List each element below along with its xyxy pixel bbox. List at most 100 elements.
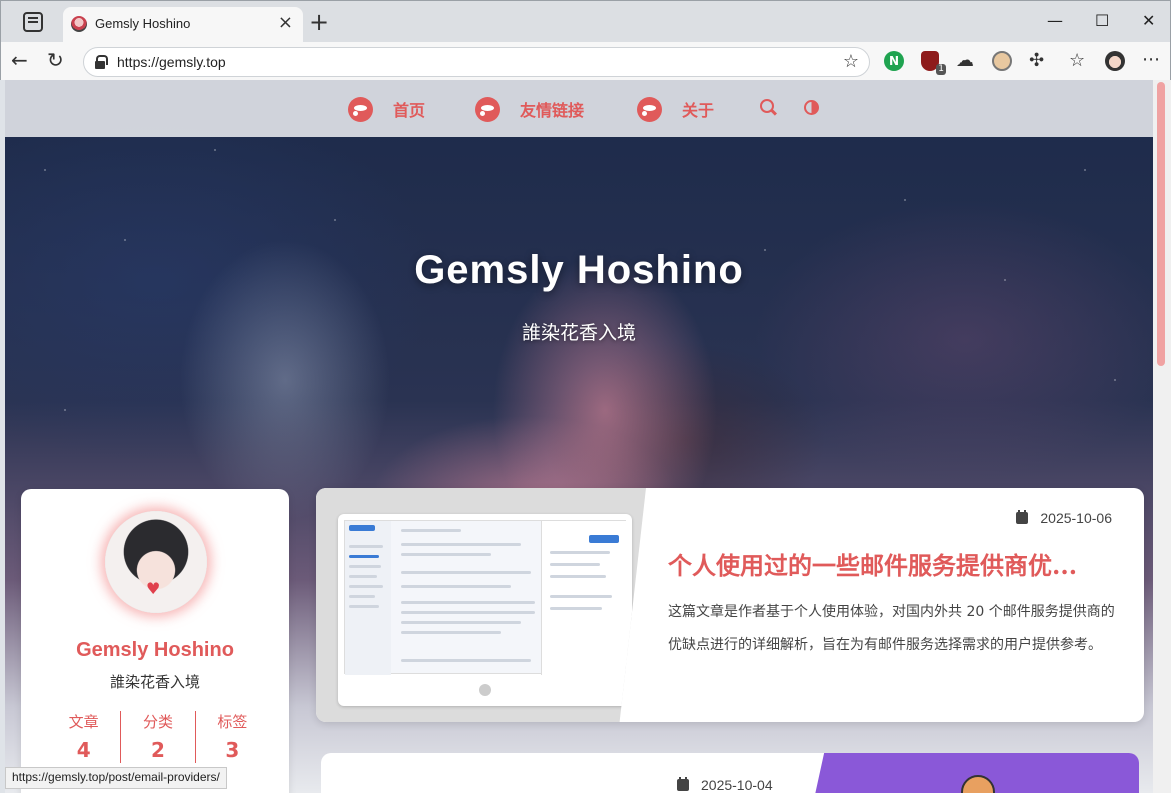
back-icon[interactable]: ← bbox=[11, 48, 28, 72]
screen-button bbox=[589, 535, 619, 543]
tab-bar: Gemsly Hoshino × + — ☐ ✕ bbox=[0, 0, 1171, 43]
screen-line bbox=[401, 631, 501, 634]
page-viewport: 首页 友情链接 关于 Gemsly Hoshino 誰染花香入境 ♥ Gemsl… bbox=[5, 80, 1153, 793]
avatar: ♥ bbox=[105, 511, 207, 613]
profile-avatar-icon[interactable] bbox=[1105, 51, 1125, 71]
theme-toggle-icon[interactable] bbox=[804, 100, 819, 115]
search-icon[interactable] bbox=[760, 99, 774, 113]
ublock-icon[interactable]: 1 bbox=[921, 51, 946, 75]
heart-icon: ♥ bbox=[146, 579, 161, 598]
stat-value: 2 bbox=[151, 738, 165, 762]
monitor-button bbox=[479, 684, 491, 696]
profile-name[interactable]: Gemsly Hoshino bbox=[21, 639, 289, 662]
post-date: 2025-10-04 bbox=[677, 777, 773, 793]
minimize-icon[interactable]: — bbox=[1047, 9, 1063, 33]
nav-about-label: 关于 bbox=[682, 101, 715, 120]
post-thumbnail[interactable] bbox=[316, 488, 646, 722]
close-window-icon[interactable]: ✕ bbox=[1142, 9, 1155, 33]
maximize-icon[interactable]: ☐ bbox=[1095, 9, 1109, 33]
screen-line bbox=[550, 575, 606, 578]
calendar-icon bbox=[677, 777, 689, 791]
more-icon[interactable]: ⋯ bbox=[1142, 51, 1162, 71]
post-card[interactable]: 2025-10-06 个人使用过的一些邮件服务提供商优... 这篇文章是作者基于… bbox=[316, 488, 1144, 722]
post-card[interactable]: 2025-10-04 bbox=[321, 753, 1139, 793]
post-date-text: 2025-10-06 bbox=[1040, 510, 1112, 526]
screen-line bbox=[401, 659, 531, 662]
email-client-screenshot bbox=[344, 520, 627, 675]
scrollbar[interactable] bbox=[1153, 80, 1171, 793]
post-date: 2025-10-06 bbox=[1016, 510, 1112, 526]
tab-actions-icon[interactable] bbox=[23, 12, 43, 32]
screen-line bbox=[401, 621, 521, 624]
stat-label: 标签 bbox=[217, 713, 248, 731]
screen-line bbox=[401, 543, 521, 546]
browser-toolbar: ← ↻ https://gemsly.top ☆ N 1 ☁ ✣ ☆ ⋯ bbox=[0, 42, 1171, 80]
stat-categories[interactable]: 分类 2 bbox=[121, 711, 196, 763]
screen-line bbox=[401, 553, 491, 556]
stat-posts[interactable]: 文章 4 bbox=[47, 711, 122, 763]
favorites-icon[interactable]: ☆ bbox=[1069, 51, 1089, 71]
tab-favicon-icon bbox=[71, 16, 87, 32]
screen-line bbox=[349, 595, 375, 598]
site-navbar: 首页 友情链接 关于 bbox=[5, 80, 1153, 137]
screen-line bbox=[401, 601, 535, 604]
screen-line bbox=[349, 575, 377, 578]
url-text[interactable]: https://gemsly.top bbox=[117, 54, 226, 70]
plus-icon[interactable]: + bbox=[309, 9, 329, 35]
hero-subtitle: 誰染花香入境 bbox=[521, 322, 636, 344]
nav-links[interactable]: 友情链接 bbox=[475, 96, 584, 122]
calendar-icon bbox=[1016, 510, 1029, 524]
lock-icon[interactable] bbox=[95, 55, 108, 69]
nav-home-label: 首页 bbox=[393, 101, 426, 120]
ublock-badge: 1 bbox=[936, 64, 946, 75]
screen-line bbox=[401, 571, 531, 574]
yin-yang-icon bbox=[475, 96, 500, 122]
close-icon[interactable]: × bbox=[278, 13, 293, 33]
stat-value: 3 bbox=[225, 738, 240, 762]
star-icon[interactable]: ☆ bbox=[843, 51, 859, 72]
face-extension-icon[interactable] bbox=[992, 51, 1012, 71]
stat-label: 分类 bbox=[142, 713, 173, 731]
screen-line bbox=[349, 585, 383, 588]
yin-yang-icon bbox=[348, 96, 373, 122]
screen-line bbox=[401, 529, 461, 532]
extension-n-icon[interactable]: N bbox=[884, 51, 904, 71]
status-bar-url: https://gemsly.top/post/email-providers/ bbox=[5, 767, 227, 789]
scrollbar-thumb[interactable] bbox=[1157, 82, 1165, 366]
profile-card: ♥ Gemsly Hoshino 誰染花香入境 文章 4 分类 2 标签 3 bbox=[21, 489, 289, 793]
nav-home[interactable]: 首页 bbox=[348, 96, 425, 122]
stat-label: 文章 bbox=[68, 713, 99, 731]
post-thumbnail[interactable] bbox=[811, 753, 1139, 793]
profile-description: 誰染花香入境 bbox=[109, 673, 200, 691]
screen-line bbox=[401, 611, 535, 614]
screen-sidebar bbox=[345, 521, 391, 675]
screen-line bbox=[550, 551, 610, 554]
screen-line bbox=[550, 563, 600, 566]
profile-stats: 文章 4 分类 2 标签 3 bbox=[47, 711, 269, 763]
screen-panel bbox=[541, 521, 627, 675]
tab-active[interactable]: Gemsly Hoshino × bbox=[63, 7, 303, 43]
screen-line bbox=[401, 585, 511, 588]
screen-logo bbox=[349, 525, 375, 531]
reload-icon[interactable]: ↻ bbox=[47, 48, 64, 72]
hero-title: Gemsly Hoshino bbox=[414, 248, 744, 292]
tab-title: Gemsly Hoshino bbox=[95, 16, 191, 31]
stat-tags[interactable]: 标签 3 bbox=[196, 711, 269, 763]
screen-line bbox=[550, 595, 612, 598]
screen-line bbox=[349, 555, 379, 558]
screen-line bbox=[349, 605, 379, 608]
nav-about[interactable]: 关于 bbox=[637, 96, 714, 122]
screen-line bbox=[349, 565, 381, 568]
monitor-illustration bbox=[338, 514, 632, 706]
post-excerpt: 这篇文章是作者基于个人使用体验，对国内外共 20 个邮件服务提供商的优缺点进行的… bbox=[668, 604, 1115, 653]
stat-value: 4 bbox=[76, 738, 91, 762]
address-bar[interactable]: https://gemsly.top ☆ bbox=[83, 47, 870, 77]
screen-line bbox=[349, 545, 383, 548]
post-date-text: 2025-10-04 bbox=[701, 777, 773, 793]
screen-line bbox=[550, 607, 602, 610]
extensions-icon[interactable]: ✣ bbox=[1029, 51, 1049, 71]
post-title[interactable]: 个人使用过的一些邮件服务提供商优... bbox=[668, 546, 1118, 581]
cloud-extension-icon[interactable]: ☁ bbox=[956, 51, 976, 71]
nav-links-label: 友情链接 bbox=[520, 101, 585, 120]
yin-yang-icon bbox=[637, 96, 662, 122]
